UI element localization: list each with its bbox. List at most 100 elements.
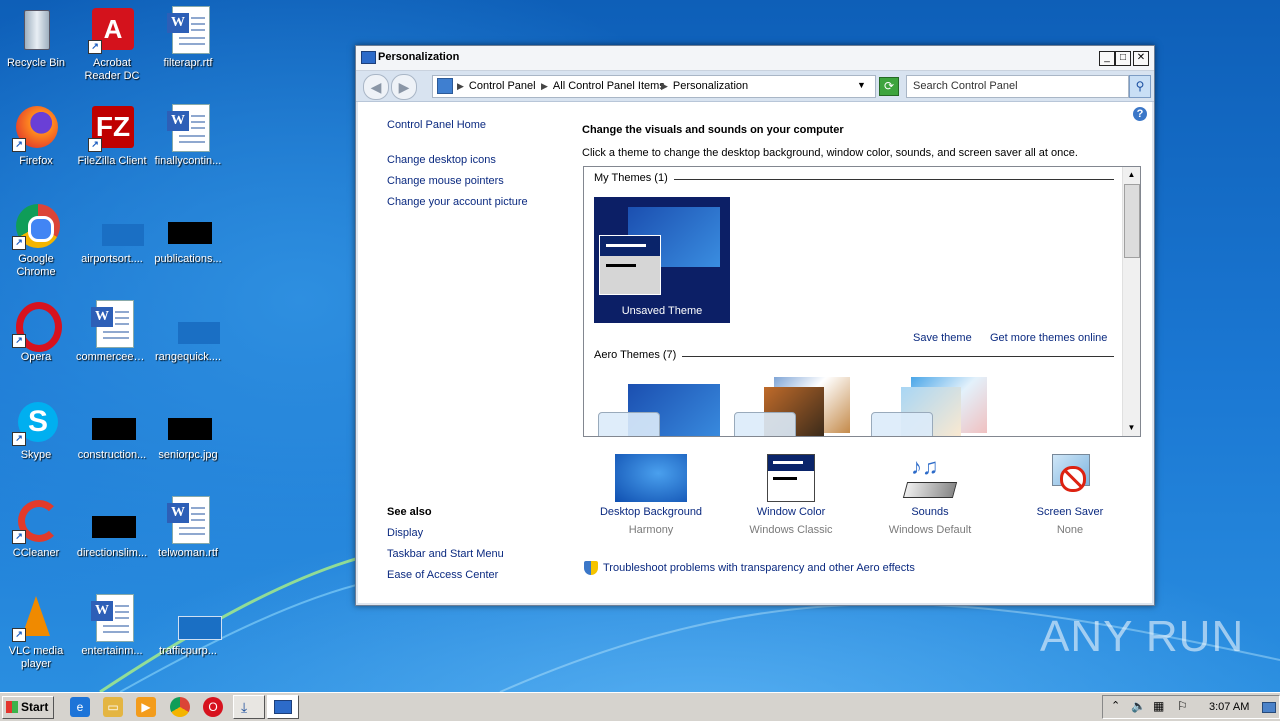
themes-list[interactable]: My Themes (1) Unsaved Theme Save theme G…: [583, 166, 1141, 437]
show-hidden-icons-icon[interactable]: ⌃: [1111, 699, 1120, 712]
desktop-icon-rangequick[interactable]: rangequick....: [152, 300, 224, 364]
word-document-icon: W: [91, 594, 134, 642]
screen-saver-button[interactable]: Screen Saver None: [1010, 454, 1130, 536]
see-also-heading: See also: [387, 506, 432, 518]
aero-theme-windows7[interactable]: [598, 382, 720, 436]
desktop-icon-trafficpurp[interactable]: trafficpurp...: [152, 594, 224, 658]
save-theme-link[interactable]: Save theme: [913, 332, 972, 344]
media-player-icon[interactable]: ▶: [136, 697, 156, 717]
desktop-background-label: Desktop Background: [599, 506, 703, 518]
desktop-icon-label: Acrobat Reader DC: [84, 57, 140, 82]
desktop-icon-acrobat[interactable]: A ↗ Acrobat Reader DC: [76, 6, 148, 83]
get-more-themes-link[interactable]: Get more themes online: [990, 332, 1107, 344]
desktop-icon-telwoman[interactable]: W telwoman.rtf: [152, 496, 224, 560]
maximize-button[interactable]: □: [1115, 51, 1131, 66]
download-icon: ⤓: [241, 699, 248, 715]
help-icon[interactable]: ?: [1133, 107, 1147, 121]
desktop-icon-skype[interactable]: S ↗ Skype: [0, 398, 72, 462]
network-icon[interactable]: ▦: [1153, 699, 1164, 713]
desktop-icon-seniorpc[interactable]: seniorpc.jpg: [152, 398, 224, 462]
page-heading: Change the visuals and sounds on your co…: [582, 124, 844, 136]
desktop-icon-filterapr[interactable]: W filterapr.rtf: [152, 6, 224, 70]
breadcrumb-control-panel[interactable]: Control Panel: [469, 80, 536, 92]
breadcrumb-all-items[interactable]: All Control Panel Items: [553, 80, 665, 92]
desktop-icon-entertainm[interactable]: W entertainm...: [76, 594, 148, 658]
scroll-down-icon[interactable]: ▼: [1123, 420, 1140, 436]
desktop-icon-opera[interactable]: ↗ Opera: [0, 300, 72, 364]
forward-button[interactable]: ▶: [391, 74, 417, 100]
address-dropdown-icon[interactable]: ▼: [857, 80, 866, 90]
search-icon[interactable]: ⚲: [1129, 75, 1151, 98]
download-taskbar-button[interactable]: ⤓: [233, 695, 265, 719]
back-button[interactable]: ◀: [363, 74, 389, 100]
word-document-icon: W: [167, 496, 210, 544]
search-input[interactable]: Search Control Panel: [906, 75, 1129, 98]
volume-icon[interactable]: 🔈: [1131, 699, 1146, 713]
window-color-button[interactable]: Window Color Windows Classic: [731, 454, 851, 536]
desktop-icon-publications[interactable]: publications...: [152, 202, 224, 266]
desktop-icon-label: filterapr.rtf: [163, 57, 213, 69]
action-center-flag-icon[interactable]: ⚐: [1177, 699, 1188, 713]
display-link[interactable]: Display: [387, 527, 423, 539]
word-document-icon: W: [167, 6, 210, 54]
scroll-up-icon[interactable]: ▲: [1123, 167, 1140, 183]
sounds-button[interactable]: ♪♫ Sounds Windows Default: [870, 454, 990, 536]
desktop-background-button[interactable]: Desktop Background Harmony: [591, 454, 711, 536]
start-label: Start: [21, 700, 49, 714]
sounds-value: Windows Default: [888, 524, 972, 536]
themes-scrollbar[interactable]: ▲ ▼: [1122, 167, 1140, 436]
desktop-icon-filezilla[interactable]: FZ ↗ FileZilla Client: [76, 104, 148, 168]
control-panel-home-link[interactable]: Control Panel Home: [387, 119, 486, 131]
clock[interactable]: 3:07 AM: [1209, 701, 1249, 713]
unsaved-theme-label: Unsaved Theme: [621, 305, 703, 317]
desktop-icon-vlc[interactable]: ↗ VLC media player: [0, 594, 72, 671]
screen-saver-label: Screen Saver: [1036, 506, 1104, 518]
anyrun-watermark: ANY RUN: [1040, 612, 1245, 661]
search-placeholder: Search Control Panel: [913, 80, 1018, 92]
theme-preview-window: [599, 235, 661, 295]
desktop-icon-chrome[interactable]: ↗ Google Chrome: [0, 202, 72, 279]
window-color-icon: [767, 454, 815, 502]
desktop-icon-construction[interactable]: construction...: [76, 398, 148, 462]
desktop-icon-directionslim[interactable]: directionslim...: [76, 496, 148, 560]
start-button[interactable]: Start: [2, 696, 54, 719]
desktop-icon-airportsort[interactable]: airportsort....: [76, 202, 148, 266]
desktop-icon-label: Recycle Bin: [6, 57, 66, 69]
unsaved-theme-thumbnail[interactable]: Unsaved Theme: [594, 197, 730, 323]
aero-theme-characters[interactable]: [871, 377, 993, 436]
opera-taskbar-icon[interactable]: O: [203, 697, 223, 717]
window-color-value: Windows Classic: [749, 524, 833, 536]
ease-of-access-link[interactable]: Ease of Access Center: [387, 569, 498, 581]
file-icon: [178, 322, 220, 344]
show-desktop-icon[interactable]: [1262, 702, 1276, 713]
desktop-icon-recycle-bin[interactable]: Recycle Bin: [0, 6, 72, 70]
desktop-icon-ccleaner[interactable]: ↗ CCleaner: [0, 496, 72, 560]
desktop-background-icon: [615, 454, 687, 502]
internet-explorer-icon[interactable]: e: [70, 697, 90, 717]
desktop-icon-label: CCleaner: [12, 547, 60, 559]
change-desktop-icons-link[interactable]: Change desktop icons: [387, 154, 496, 166]
sounds-label: Sounds: [911, 506, 949, 518]
navigation-bar: ◀ ▶ ▶ Control Panel ▶ All Control Panel It…: [356, 71, 1154, 102]
title-bar[interactable]: Personalization _ □ ✕: [356, 46, 1154, 71]
breadcrumb-personalization[interactable]: Personalization: [673, 80, 748, 92]
personalization-taskbar-button[interactable]: [267, 695, 299, 719]
content-pane: ? Control Panel Home Change desktop icon…: [358, 102, 1152, 603]
troubleshoot-aero-link[interactable]: Troubleshoot problems with transparency …: [603, 562, 915, 574]
chrome-taskbar-icon[interactable]: [170, 697, 190, 717]
minimize-button[interactable]: _: [1099, 51, 1115, 66]
change-mouse-pointers-link[interactable]: Change mouse pointers: [387, 175, 504, 187]
aero-theme-architecture[interactable]: [734, 377, 856, 436]
close-button[interactable]: ✕: [1133, 51, 1149, 66]
shortcut-arrow-icon: ↗: [12, 138, 26, 152]
refresh-icon[interactable]: ⟳: [879, 77, 899, 96]
file-explorer-icon[interactable]: ▭: [103, 697, 123, 717]
address-bar[interactable]: ▶ Control Panel ▶ All Control Panel Items …: [432, 75, 876, 98]
desktop-icon-finallycontin[interactable]: W finallycontin...: [152, 104, 224, 168]
desktop-icon-commerceec[interactable]: W commerceec...: [76, 300, 148, 364]
desktop-icon-firefox[interactable]: ↗ Firefox: [0, 104, 72, 168]
change-account-picture-link[interactable]: Change your account picture: [387, 196, 528, 208]
taskbar-start-menu-link[interactable]: Taskbar and Start Menu: [387, 548, 504, 560]
scroll-thumb[interactable]: [1124, 184, 1140, 258]
desktop-icon-label: VLC media player: [8, 645, 64, 670]
